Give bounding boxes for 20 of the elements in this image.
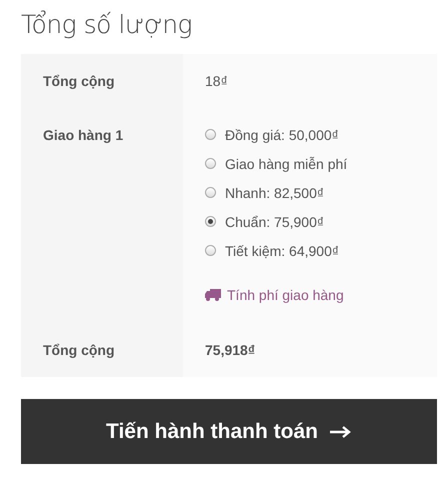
- section-title: Tổng số lượng: [21, 10, 194, 39]
- radio-button[interactable]: [205, 187, 216, 198]
- truck-icon: [205, 289, 221, 301]
- option-label: Tiết kiệm: 64,900₫: [225, 242, 340, 258]
- row-label: Tổng cộng: [43, 73, 115, 89]
- row-value: 75,918₫: [205, 342, 256, 358]
- option-label: Chuẩn: 75,900₫: [225, 214, 324, 230]
- radio-button[interactable]: [205, 245, 216, 256]
- option-label: Giao hàng miễn phí: [225, 156, 348, 172]
- row-value: 18₫: [205, 73, 228, 89]
- option-label: Nhanh: 82,500₫: [225, 184, 324, 200]
- arrow-icon: [330, 426, 352, 438]
- radio-button[interactable]: [205, 158, 216, 169]
- row-label: Giao hàng 1: [43, 127, 124, 143]
- shipping-calculator-link[interactable]: Tính phí giao hàng: [205, 287, 344, 303]
- checkout-button[interactable]: Tiến hành thanh toán: [21, 399, 437, 464]
- option-label: Đồng giá: 50,000₫: [225, 126, 339, 142]
- radio-button[interactable]: [205, 216, 216, 227]
- row-label: Tổng cộng: [43, 342, 115, 358]
- radio-button[interactable]: [205, 129, 216, 140]
